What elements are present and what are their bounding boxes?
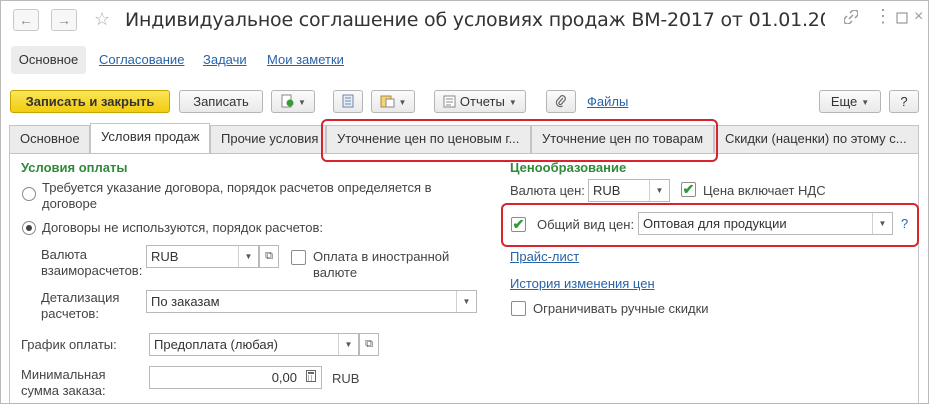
open-icon[interactable]: ⧉ (359, 333, 379, 356)
tab-price-products[interactable]: Уточнение цен по товарам (531, 125, 714, 153)
help-button[interactable]: ? (889, 90, 919, 113)
detail-label: Детализация расчетов: (41, 290, 120, 321)
document-green-icon (280, 94, 294, 109)
nav-my-notes[interactable]: Мои заметки (267, 46, 344, 74)
tab-main[interactable]: Основное (9, 125, 90, 153)
radio-no-contracts-label: Договоры не используются, порядок расчет… (42, 220, 323, 235)
open-icon[interactable]: ⧉ (259, 245, 279, 268)
general-price-type-checkbox[interactable]: ✔ (511, 217, 526, 232)
min-order-field[interactable]: 0,00 (149, 366, 322, 389)
settlement-currency-field[interactable]: RUB ▼ (146, 245, 259, 268)
payment-section-title: Условия оплаты (21, 160, 128, 175)
calculator-icon[interactable] (301, 367, 321, 388)
tab-sales-conditions[interactable]: Условия продаж (90, 123, 210, 153)
chevron-down-icon: ▼ (508, 98, 517, 108)
back-button[interactable]: ← (13, 9, 39, 31)
vat-included-checkbox[interactable]: ✔ (681, 182, 696, 197)
radio-contract-required[interactable] (22, 187, 36, 201)
nav-tasks[interactable]: Задачи (203, 46, 247, 74)
settlement-currency-label: Валюта взаиморасчетов: (41, 247, 143, 278)
settlement-currency-value: RUB (151, 249, 179, 264)
chevron-down-icon[interactable]: ▼ (338, 334, 358, 355)
arrow-right-icon: → (57, 12, 71, 28)
list-icon (342, 94, 354, 109)
general-price-type-label: Общий вид цен: (537, 217, 635, 232)
nav-approval[interactable]: Согласование (99, 46, 184, 74)
nav-main[interactable]: Основное (11, 46, 86, 74)
general-price-type-field[interactable]: Оптовая для продукции ▼ (638, 212, 893, 235)
schedule-value: Предоплата (любая) (154, 337, 278, 352)
limit-discounts-checkbox[interactable] (511, 301, 526, 316)
more-label: Еще (830, 94, 858, 109)
attach-button[interactable] (546, 90, 576, 113)
price-list-link[interactable]: Прайс-лист (510, 249, 579, 264)
tab-other-conditions[interactable]: Прочие условия (210, 125, 326, 153)
paperclip-icon (555, 94, 567, 109)
chevron-down-icon: ▼ (861, 98, 870, 108)
pricing-section-title: Ценообразование (510, 160, 627, 175)
help-link[interactable]: ? (901, 216, 908, 231)
foreign-currency-label: Оплата в иностранной валюте (313, 249, 450, 280)
document-list-button[interactable] (333, 90, 363, 113)
close-icon[interactable]: × (914, 7, 923, 27)
more-button[interactable]: Еще ▼ (819, 90, 881, 113)
chevron-down-icon[interactable]: ▼ (649, 180, 669, 201)
tab-discounts[interactable]: Скидки (наценки) по этому с... (714, 125, 919, 153)
chevron-down-icon: ▼ (398, 98, 407, 108)
reports-label: Отчеты (459, 94, 505, 109)
save-button[interactable]: Записать (179, 90, 263, 113)
arrow-left-icon: ← (19, 12, 33, 28)
min-order-currency: RUB (332, 371, 360, 386)
create-based-on-button[interactable]: ▼ (271, 90, 315, 113)
link-icon[interactable] (843, 9, 859, 29)
tab-price-groups[interactable]: Уточнение цен по ценовым г... (326, 125, 531, 153)
chevron-down-icon[interactable]: ▼ (238, 246, 258, 267)
price-history-link[interactable]: История изменения цен (510, 276, 655, 291)
radio-contract-required-label: Требуется указание договора, порядок рас… (42, 180, 432, 211)
price-currency-value: RUB (593, 183, 621, 198)
foreign-currency-checkbox[interactable] (291, 250, 306, 265)
vat-included-label: Цена включает НДС (703, 183, 826, 198)
favorite-star-icon[interactable]: ☆ (94, 7, 110, 31)
chevron-down-icon[interactable]: ▼ (456, 291, 476, 312)
price-currency-field[interactable]: RUB ▼ (588, 179, 670, 202)
menu-dots-icon[interactable]: ⋮ (874, 6, 892, 26)
save-and-close-button[interactable]: Записать и закрыть (10, 90, 170, 113)
print-button[interactable]: ▼ (371, 90, 415, 113)
forward-button[interactable]: → (51, 9, 77, 31)
report-icon (443, 94, 456, 109)
general-price-type-value: Оптовая для продукции (643, 216, 787, 231)
chevron-down-icon: ▼ (298, 98, 306, 108)
schedule-field[interactable]: Предоплата (любая) ▼ (149, 333, 359, 356)
detail-field[interactable]: По заказам ▼ (146, 290, 477, 313)
files-link[interactable]: Файлы (587, 94, 628, 109)
print-icon (380, 94, 395, 109)
window-title: Индивидуальное соглашение об условиях пр… (125, 9, 825, 31)
price-currency-label: Валюта цен: (510, 183, 585, 198)
min-order-label: Минимальная сумма заказа: (21, 367, 106, 398)
radio-no-contracts[interactable] (22, 221, 36, 235)
schedule-label: График оплаты: (21, 337, 117, 352)
document-window: ← → ☆ Индивидуальное соглашение об услов… (0, 0, 929, 404)
chevron-down-icon[interactable]: ▼ (872, 213, 892, 234)
reports-button[interactable]: Отчеты ▼ (434, 90, 526, 113)
detail-value: По заказам (151, 294, 220, 309)
limit-discounts-label: Ограничивать ручные скидки (533, 301, 709, 316)
maximize-icon[interactable] (896, 9, 908, 29)
min-order-value: 0,00 (271, 370, 297, 385)
